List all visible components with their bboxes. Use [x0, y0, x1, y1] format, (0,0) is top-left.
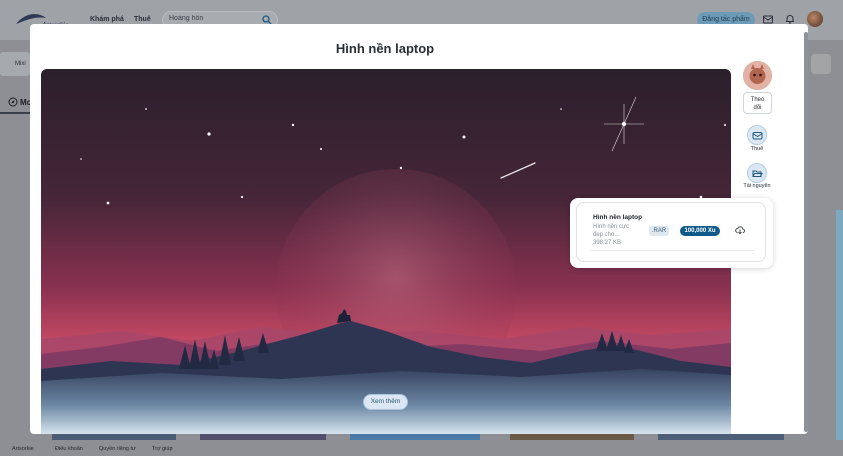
nav-explore[interactable]: Khám phá	[90, 16, 124, 23]
resource-description: Hình nền cực đẹp cho...	[593, 223, 638, 239]
follow-label-line2: dõi	[753, 105, 762, 111]
resource-divider	[591, 250, 754, 251]
user-avatar[interactable]	[807, 11, 823, 27]
background-tab-underline	[0, 112, 34, 114]
resource-price-badge: 100,000 Xu	[680, 226, 720, 236]
compass-icon	[8, 97, 18, 107]
nav-hire[interactable]: Thuê	[134, 16, 151, 23]
resource-extension-badge: .RAR	[649, 226, 669, 236]
author-avatar[interactable]	[743, 61, 772, 90]
search-input[interactable]	[169, 15, 259, 22]
follow-button[interactable]: Theo dõi	[743, 92, 772, 114]
folder-open-icon	[752, 170, 763, 177]
resource-size: 398.27 KB	[593, 240, 622, 246]
footer-link-home[interactable]: Artsorkie	[12, 446, 34, 452]
resources-button[interactable]	[747, 163, 767, 183]
footer-link-help[interactable]: Trợ giúp	[152, 446, 173, 452]
hire-button[interactable]	[747, 125, 767, 145]
resource-name: Hình nền laptop	[593, 214, 643, 221]
resource-description-line2: đẹp cho...	[593, 232, 620, 238]
footer-link-terms[interactable]: Điều khoản	[55, 446, 83, 452]
hire-label: Thuê	[750, 146, 764, 152]
cloud-download-icon[interactable]	[735, 225, 745, 235]
background-scrollbar[interactable]	[836, 210, 843, 440]
background-banner-label: Mixi	[15, 61, 26, 67]
follow-label-line1: Theo	[750, 97, 765, 103]
resource-card[interactable]: Hình nền laptop Hình nền cực đẹp cho... …	[576, 202, 766, 262]
resource-description-line1: Hình nền cực	[593, 224, 630, 230]
see-more-button[interactable]: Xem thêm	[363, 394, 408, 410]
artwork-modal: Hình nền laptop Xem thêm Theo dõi Thuê T…	[30, 24, 808, 434]
modal-scrollbar[interactable]	[804, 32, 808, 432]
mail-icon	[752, 132, 763, 140]
background-side-element	[811, 54, 831, 74]
footer-link-privacy[interactable]: Quyền riêng tư	[99, 446, 136, 452]
resource-popup: Hình nền laptop Hình nền cực đẹp cho... …	[570, 198, 773, 268]
resources-label: Tài nguyên	[743, 183, 771, 189]
modal-title: Hình nền laptop	[335, 41, 435, 56]
